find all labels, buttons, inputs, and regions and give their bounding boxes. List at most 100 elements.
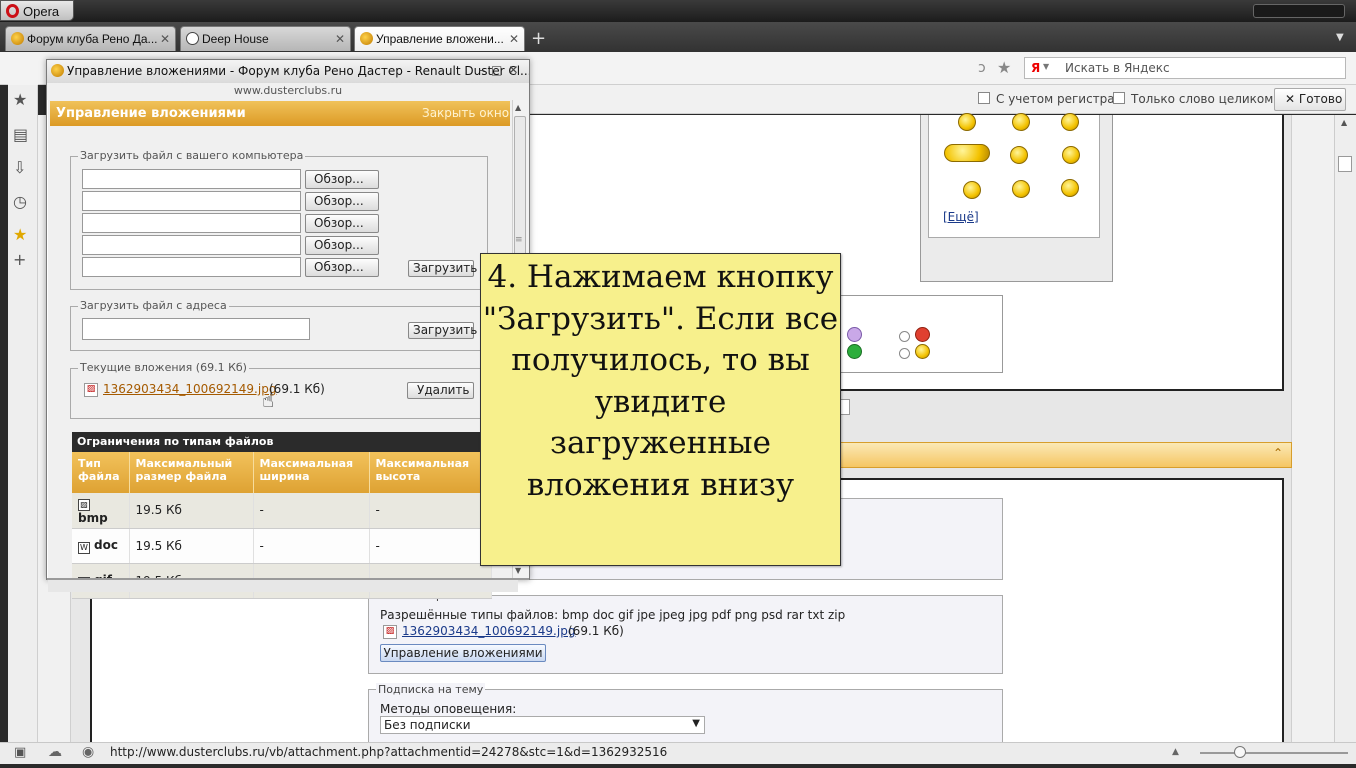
find-done-button[interactable]: ✕ Готово: [1274, 88, 1346, 111]
close-tab-icon[interactable]: ✕: [509, 32, 519, 46]
tab-menu-chevron-icon[interactable]: ▼: [1336, 32, 1344, 43]
browse-button-2[interactable]: Обзор...: [305, 192, 379, 211]
panel-toggle-icon[interactable]: ▣: [14, 745, 26, 760]
speed-dial-star-icon[interactable]: ★: [13, 90, 27, 109]
maximize-icon[interactable]: □: [491, 63, 508, 77]
file-input-4[interactable]: [82, 235, 301, 255]
url-input[interactable]: [82, 318, 310, 340]
opera-logo-icon: [6, 4, 19, 18]
popup-window-title: Управление вложениями - Форум клуба Рено…: [67, 64, 529, 78]
title-bar: [0, 0, 1356, 22]
file-input-2[interactable]: [82, 191, 301, 211]
smiley-icon[interactable]: [1012, 113, 1030, 131]
whole-word-checkbox[interactable]: [1113, 92, 1125, 104]
match-case-checkbox[interactable]: [978, 92, 990, 104]
close-window-link[interactable]: Закрыть окно: [422, 106, 509, 120]
image-file-icon: ▨: [84, 383, 98, 397]
subscription-legend: Подписка на тему: [376, 683, 486, 696]
match-case-label: С учетом регистра: [996, 92, 1115, 106]
downloads-icon[interactable]: ⇩: [13, 158, 26, 177]
mad-icon[interactable]: [915, 327, 930, 342]
minimize-icon[interactable]: –: [479, 63, 491, 77]
rss-icon[interactable]: ↄ: [978, 60, 986, 76]
smiley-icon[interactable]: [1010, 146, 1028, 164]
smiley-group-icon[interactable]: [944, 144, 990, 162]
file-type: doc: [94, 537, 118, 552]
delete-attachment-button[interactable]: Удалить: [407, 382, 474, 399]
history-clock-icon[interactable]: ◷: [13, 192, 27, 211]
current-file-link[interactable]: 1362903434_100692149.jpg: [103, 382, 276, 396]
confused-icon[interactable]: [847, 327, 862, 342]
thumbs-up-icon[interactable]: [915, 344, 930, 359]
max-width-cell: -: [253, 493, 370, 529]
arrow-icon[interactable]: [847, 344, 862, 359]
search-input[interactable]: Я ▼ Искать в Яндекс: [1024, 57, 1346, 79]
page-scrollbar[interactable]: [1334, 115, 1356, 742]
file-input-3[interactable]: [82, 213, 301, 233]
tab-title: Deep House: [202, 32, 269, 46]
popup-shadow-fill: [48, 580, 518, 592]
zoom-slider[interactable]: [1200, 752, 1348, 754]
max-height-cell: -: [369, 528, 492, 564]
zoom-slider-knob[interactable]: [1234, 746, 1246, 758]
upload-button[interactable]: Загрузить: [408, 260, 477, 277]
bookmarks-star-icon[interactable]: ★: [13, 225, 27, 244]
smiley-icon[interactable]: [958, 113, 976, 131]
tab-deep-house[interactable]: Deep House ✕: [180, 26, 351, 51]
max-width-cell: -: [253, 528, 370, 564]
browse-button-4[interactable]: Обзор...: [305, 236, 379, 255]
notes-icon[interactable]: ▤: [13, 125, 28, 144]
browse-button-1[interactable]: Обзор...: [305, 170, 379, 189]
bmp-file-icon: ▨: [78, 499, 90, 512]
browse-button-5[interactable]: Обзор...: [305, 258, 379, 277]
column-header: Максимальная ширина: [253, 452, 370, 493]
max-size-cell: 19.5 Кб: [129, 493, 254, 529]
attached-file-link[interactable]: 1362903434_100692149.jpg: [402, 624, 575, 638]
search-engine-dropdown-icon[interactable]: ▼: [1043, 62, 1049, 71]
scroll-up-icon[interactable]: ▲: [1341, 118, 1347, 127]
manage-attachments-button[interactable]: Управление вложениями: [380, 644, 546, 662]
upload-computer-legend: Загрузить файл с вашего компьютера: [78, 149, 306, 162]
doc-file-icon: W: [78, 541, 90, 554]
window-controls[interactable]: [1253, 4, 1345, 18]
smiley-icon[interactable]: [1062, 146, 1080, 164]
bookmark-star-icon[interactable]: ★: [997, 58, 1011, 77]
table-header-row: Тип файла Максимальный размер файла Макс…: [72, 452, 492, 493]
sidebar-panel: [8, 85, 38, 742]
smiley-icon[interactable]: [963, 181, 981, 199]
unite-cloud-icon[interactable]: ☁: [48, 744, 62, 760]
turbo-icon[interactable]: ◉: [82, 744, 94, 760]
close-icon[interactable]: ✕: [508, 63, 524, 77]
scroll-up-icon[interactable]: ▲: [515, 103, 521, 112]
chevron-down-icon: ▼: [692, 718, 700, 729]
browse-button-3[interactable]: Обзор...: [305, 214, 379, 233]
smiley-icon[interactable]: [1061, 113, 1079, 131]
upload-url-button[interactable]: Загрузить: [408, 322, 477, 339]
new-tab-plus-icon[interactable]: +: [531, 28, 546, 49]
tab-attachments[interactable]: Управление вложени... ✕: [354, 26, 525, 51]
smiley-icon[interactable]: [1012, 180, 1030, 198]
file-input-1[interactable]: [82, 169, 301, 189]
allowed-file-types: Разрешённые типы файлов: bmp doc gif jpe…: [380, 608, 846, 622]
opera-menu-button[interactable]: Opera: [0, 0, 74, 21]
zoom-up-icon[interactable]: ▲: [1172, 747, 1179, 757]
scroll-down-icon[interactable]: ▼: [515, 566, 521, 575]
more-smilies-link[interactable]: [Ещё]: [943, 210, 979, 224]
search-placeholder: Искать в Яндекс: [1065, 61, 1170, 75]
notify-method-select[interactable]: Без подписки ▼: [380, 716, 705, 734]
attached-file-size: (69.1 Кб): [568, 624, 624, 638]
popup-window-controls[interactable]: –□✕: [479, 63, 524, 77]
popup-title-bar: Управление вложениями - Форум клуба Рено…: [47, 60, 529, 83]
hand-cursor-icon: ☝: [262, 388, 275, 412]
close-tab-icon[interactable]: ✕: [335, 32, 345, 46]
add-panel-plus-icon[interactable]: +: [13, 250, 26, 269]
play-icon: [186, 32, 199, 45]
post-icon-radio[interactable]: [899, 348, 910, 359]
tab-forum[interactable]: Форум клуба Рено Да... ✕: [5, 26, 176, 51]
page-scroll-thumb[interactable]: [1338, 156, 1352, 172]
smiley-icon[interactable]: [1061, 179, 1079, 197]
collapse-chevron-icon[interactable]: ⌃: [1273, 446, 1283, 460]
file-input-5[interactable]: [82, 257, 301, 277]
post-icon-radio[interactable]: [899, 331, 910, 342]
close-tab-icon[interactable]: ✕: [160, 32, 170, 46]
